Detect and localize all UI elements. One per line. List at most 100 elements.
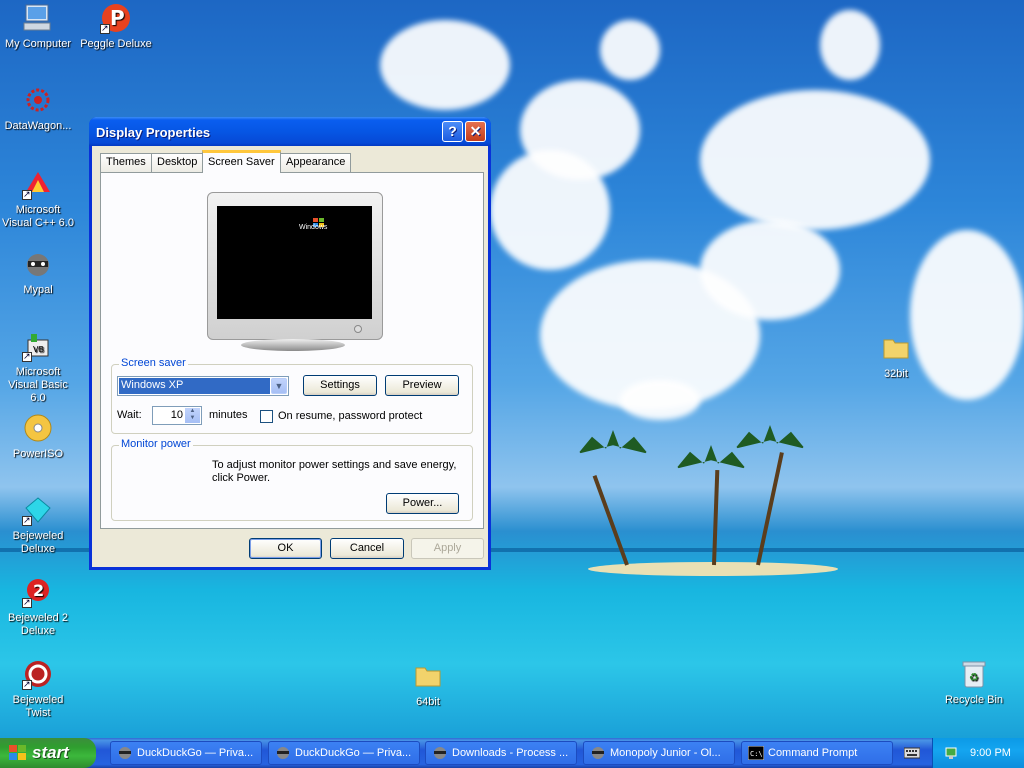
taskbar-item-monopoly[interactable]: Monopoly Junior - Ol... xyxy=(583,741,735,765)
desktop-icon-bejeweled-twist[interactable]: Bejeweled Twist xyxy=(0,658,76,720)
password-protect-checkbox[interactable] xyxy=(260,410,273,423)
visual-basic-icon: VB xyxy=(22,330,54,363)
desktop-icon-poweriso[interactable]: PowerISO xyxy=(0,412,76,461)
taskbar-item-duckduckgo-1[interactable]: DuckDuckGo — Priva... xyxy=(110,741,262,765)
mypal-icon xyxy=(592,747,604,759)
tab-screen-saver[interactable]: Screen Saver xyxy=(202,150,281,173)
desktop-icon-label: PowerISO xyxy=(12,448,64,460)
clock[interactable]: 9:00 PM xyxy=(970,747,1011,759)
power-button[interactable]: Power... xyxy=(386,493,459,514)
preview-logo-text: Windows xyxy=(299,224,328,231)
tab-themes[interactable]: Themes xyxy=(100,153,152,172)
desktop-icon-label: 64bit xyxy=(416,696,440,708)
desktop-icon-label: Recycle Bin xyxy=(944,694,1004,706)
help-button[interactable]: ? xyxy=(442,121,463,142)
wait-value: 10 xyxy=(170,409,183,421)
poweriso-icon xyxy=(22,412,54,444)
desktop-icon-recycle-bin[interactable]: ♻ Recycle Bin xyxy=(936,658,1012,707)
taskbar-item-label: Downloads - Process ... xyxy=(452,747,569,759)
taskbar-item-label: Monopoly Junior - Ol... xyxy=(610,747,721,759)
settings-button[interactable]: Settings xyxy=(303,375,377,396)
desktop-icon-label: Bejeweled Twist xyxy=(12,694,64,719)
keyboard-icon[interactable] xyxy=(904,746,920,760)
svg-text:♻: ♻ xyxy=(969,671,979,684)
monitor-stand xyxy=(241,339,345,351)
chevron-down-icon[interactable]: ▼ xyxy=(271,378,287,394)
network-icon[interactable] xyxy=(943,745,959,761)
folder-icon xyxy=(412,660,444,692)
tab-desktop[interactable]: Desktop xyxy=(151,153,204,172)
svg-text:2: 2 xyxy=(33,581,44,600)
mypal-icon xyxy=(119,747,131,759)
taskbar-item-command-prompt[interactable]: C:\ Command Prompt xyxy=(741,741,893,765)
desktop-icon-bejeweled-2[interactable]: 2 Bejeweled 2 Deluxe xyxy=(0,576,76,638)
screen-saver-panel: Windows Screen saver Windows XP ▼ Settin… xyxy=(100,172,484,529)
preview-button[interactable]: Preview xyxy=(385,375,459,396)
desktop-icon-32bit[interactable]: 32bit xyxy=(858,332,934,381)
wait-label: Wait: xyxy=(117,409,142,421)
windows-flag-icon xyxy=(9,745,26,760)
cancel-button[interactable]: Cancel xyxy=(330,538,404,559)
title-bar[interactable]: Display Properties ? ✕ xyxy=(89,117,491,146)
desktop-icon-label: Mypal xyxy=(23,284,53,296)
wait-minutes-stepper[interactable]: 10 ▲ ▼ xyxy=(152,406,202,425)
desktop-icon-mypal[interactable]: Mypal xyxy=(0,248,76,297)
password-protect-label: On resume, password protect xyxy=(278,410,423,422)
command-prompt-icon: C:\ xyxy=(748,746,764,760)
window-title: Display Properties xyxy=(96,125,211,140)
desktop-icon-label: Microsoft Visual Basic 6.0 xyxy=(8,366,68,404)
display-properties-window: Display Properties ? ✕ Themes Desktop Sc… xyxy=(89,117,491,570)
svg-text:P: P xyxy=(110,6,125,30)
desktop-icon-datawagon[interactable]: DataWagon... xyxy=(0,84,76,133)
group-label: Screen saver xyxy=(119,357,188,369)
screen-saver-dropdown[interactable]: Windows XP ▼ xyxy=(117,376,289,396)
tab-appearance[interactable]: Appearance xyxy=(280,153,352,172)
desktop-icon-label: My Computer xyxy=(4,38,72,50)
screen-saver-selected: Windows XP xyxy=(119,378,270,394)
apply-button[interactable]: Apply xyxy=(411,538,484,559)
close-button[interactable]: ✕ xyxy=(465,121,486,142)
visual-cpp-icon xyxy=(22,168,54,201)
spin-arrows-icon[interactable]: ▲ ▼ xyxy=(185,408,200,423)
taskbar: start DuckDuckGo — Priva... DuckDuckGo —… xyxy=(0,738,1024,768)
desktop-icon-bejeweled-deluxe[interactable]: Bejeweled Deluxe xyxy=(0,494,76,556)
desktop-icon-label: Peggle Deluxe xyxy=(80,38,152,50)
taskbar-item-downloads[interactable]: Downloads - Process ... xyxy=(425,741,577,765)
monitor-power-description: To adjust monitor power settings and sav… xyxy=(212,459,457,484)
taskbar-item-label: DuckDuckGo — Priva... xyxy=(137,747,254,759)
svg-text:C:\: C:\ xyxy=(750,750,763,758)
desktop-icon-label: Microsoft Visual C++ 6.0 xyxy=(2,204,74,229)
group-label: Monitor power xyxy=(119,438,193,450)
start-button[interactable]: start xyxy=(0,738,96,768)
my-computer-icon xyxy=(22,2,54,34)
mypal-icon xyxy=(22,248,54,280)
mypal-icon xyxy=(277,747,289,759)
system-tray: 9:00 PM xyxy=(932,738,1024,768)
desktop-icon-label: Bejeweled 2 Deluxe xyxy=(8,612,68,637)
peggle-icon: P xyxy=(100,2,132,35)
monitor-power-led xyxy=(354,325,362,333)
taskbar-item-label: Command Prompt xyxy=(768,747,858,759)
start-label: start xyxy=(32,743,69,762)
bejeweled-twist-icon xyxy=(22,658,54,691)
recycle-bin-icon: ♻ xyxy=(958,658,990,690)
desktop-icon-64bit[interactable]: 64bit xyxy=(390,660,466,709)
monitor-preview: Windows xyxy=(207,192,383,340)
minutes-label: minutes xyxy=(209,409,248,421)
desktop-icon-visual-cpp[interactable]: Microsoft Visual C++ 6.0 xyxy=(0,168,76,230)
desktop-icon-peggle-deluxe[interactable]: P Peggle Deluxe xyxy=(78,2,154,51)
ok-button[interactable]: OK xyxy=(249,538,322,559)
desktop-icon-my-computer[interactable]: My Computer xyxy=(0,2,76,51)
taskbar-item-duckduckgo-2[interactable]: DuckDuckGo — Priva... xyxy=(268,741,420,765)
desktop-icon-label: DataWagon... xyxy=(4,120,72,132)
folder-icon xyxy=(880,332,912,364)
desktop-icon-label: Bejeweled Deluxe xyxy=(12,530,64,555)
bejeweled-icon xyxy=(22,494,54,527)
mypal-icon xyxy=(434,747,446,759)
taskbar-item-label: DuckDuckGo — Priva... xyxy=(295,747,412,759)
svg-text:VB: VB xyxy=(33,345,44,354)
datawagon-icon xyxy=(22,84,54,116)
bejeweled2-icon: 2 xyxy=(22,576,54,609)
preview-screen: Windows xyxy=(217,206,372,319)
desktop-icon-visual-basic[interactable]: VB Microsoft Visual Basic 6.0 xyxy=(0,330,76,405)
